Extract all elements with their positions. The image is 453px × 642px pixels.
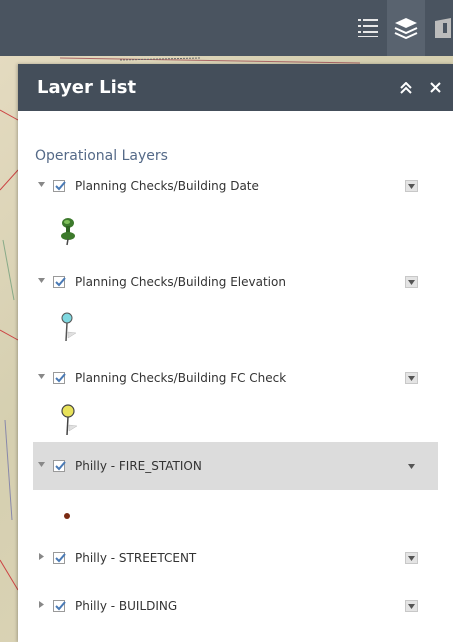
list-icon: [358, 19, 378, 37]
caret-down-icon: [408, 555, 415, 561]
layer-menu-button[interactable]: [405, 600, 418, 612]
collapse-button[interactable]: [396, 64, 416, 111]
layer-visibility-checkbox[interactable]: [53, 276, 66, 288]
checkmark-icon: [55, 373, 66, 383]
layer-visibility-checkbox[interactable]: [53, 180, 66, 192]
checkmark-icon: [55, 277, 66, 287]
layer-visibility-checkbox[interactable]: [53, 460, 66, 472]
caret-down-icon[interactable]: [37, 460, 46, 469]
layer-row-selected[interactable]: Philly - FIRE_STATION: [33, 442, 438, 490]
caret-down-icon[interactable]: [37, 276, 46, 285]
checkmark-icon: [55, 601, 66, 611]
double-chevron-up-icon: [400, 81, 412, 94]
checkmark-icon: [55, 181, 66, 191]
layer-row[interactable]: Planning Checks/Building FC Check: [33, 360, 438, 398]
layer-row[interactable]: Planning Checks/Building Elevation: [33, 264, 438, 302]
layer-row[interactable]: Planning Checks/Building Date: [33, 168, 438, 206]
checkmark-icon: [55, 461, 66, 471]
panel-header: Layer List: [18, 64, 453, 111]
layer-visibility-checkbox[interactable]: [53, 600, 66, 612]
layer-label: Planning Checks/Building Date: [75, 179, 259, 193]
layer-menu-button[interactable]: [405, 372, 418, 384]
list-toolbar-button[interactable]: [349, 0, 387, 56]
layers-toolbar-button[interactable]: [387, 0, 425, 56]
layer-menu-button[interactable]: [405, 460, 418, 472]
checkmark-icon: [55, 553, 66, 563]
layer-row[interactable]: Philly - BUILDING: [33, 588, 438, 626]
caret-down-icon[interactable]: [37, 180, 46, 189]
caret-down-icon: [408, 603, 415, 609]
close-icon: [429, 82, 441, 93]
yellow-flag-pin-icon: [61, 404, 78, 436]
caret-down-icon: [408, 183, 415, 189]
caret-down-icon: [408, 375, 415, 381]
layer-row[interactable]: Philly - STREETCENT: [33, 540, 438, 578]
section-title: Operational Layers: [35, 148, 168, 164]
caret-down-icon: [408, 463, 415, 469]
layer-visibility-checkbox[interactable]: [53, 372, 66, 384]
top-toolbar: [0, 0, 453, 56]
layer-label: Philly - STREETCENT: [75, 551, 197, 565]
layer-label: Planning Checks/Building Elevation: [75, 275, 286, 289]
caret-right-icon[interactable]: [37, 552, 46, 561]
layer-menu-button[interactable]: [405, 552, 418, 564]
caret-down-icon[interactable]: [37, 372, 46, 381]
cyan-flag-pin-icon: [61, 312, 77, 342]
caret-right-icon[interactable]: [37, 600, 46, 609]
layer-label: Planning Checks/Building FC Check: [75, 371, 287, 385]
layer-label: Philly - BUILDING: [75, 599, 178, 613]
layer-label: Philly - FIRE_STATION: [75, 459, 202, 473]
close-button[interactable]: [425, 64, 445, 111]
panel-title: Layer List: [37, 77, 137, 98]
layer-list-panel: Layer List Operational Layers Planning C…: [18, 64, 453, 642]
layers-icon: [394, 18, 418, 39]
caret-down-icon: [408, 279, 415, 285]
brown-dot-icon: [64, 513, 70, 519]
layer-menu-button[interactable]: [405, 180, 418, 192]
green-pushpin-icon: [61, 218, 75, 246]
layer-visibility-checkbox[interactable]: [53, 552, 66, 564]
layer-menu-button[interactable]: [405, 276, 418, 288]
overview-icon: [435, 18, 451, 38]
overview-toolbar-button[interactable]: [425, 0, 453, 56]
